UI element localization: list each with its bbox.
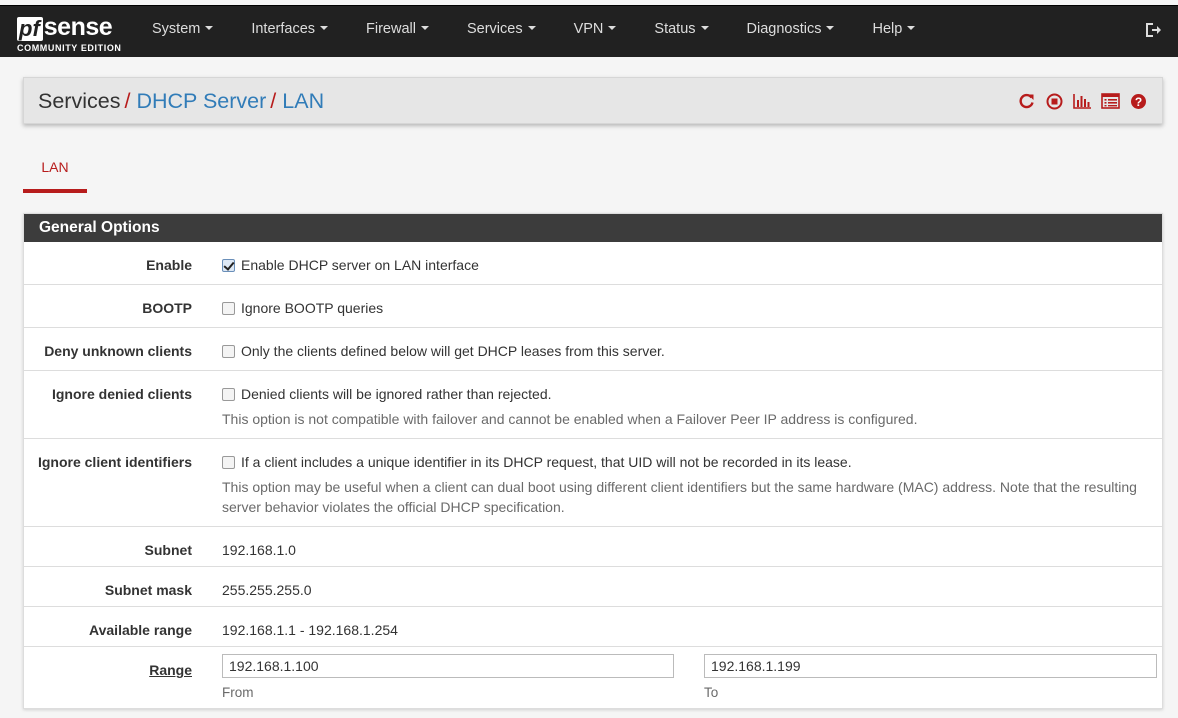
bootp-label: BOOTP bbox=[142, 300, 192, 316]
ignore-denied-label: Ignore denied clients bbox=[51, 386, 192, 402]
help-icon[interactable]: ? bbox=[1128, 92, 1148, 110]
logo-wordmark: pf sense bbox=[17, 13, 113, 41]
caret-down-icon bbox=[420, 26, 429, 31]
panel-title: General Options bbox=[24, 214, 1162, 242]
caret-down-icon bbox=[700, 26, 709, 31]
menu-help[interactable]: Help bbox=[860, 6, 927, 58]
menu-system-label: System bbox=[152, 21, 201, 37]
caret-down-icon bbox=[320, 26, 329, 31]
range-row: Range From To bbox=[24, 647, 1162, 708]
bootp-row: BOOTP Ignore BOOTP queries bbox=[24, 285, 1162, 328]
menu-services[interactable]: Services bbox=[455, 6, 548, 58]
bootp-checkbox[interactable] bbox=[222, 301, 235, 315]
breadcrumb-lan[interactable]: LAN bbox=[282, 89, 324, 113]
caret-down-icon bbox=[826, 26, 835, 31]
deny-unknown-checkbox[interactable] bbox=[222, 344, 235, 358]
deny-unknown-checkbox-text: Only the clients defined below will get … bbox=[241, 343, 665, 359]
breadcrumb-dhcp-server[interactable]: DHCP Server bbox=[136, 89, 266, 113]
breadcrumb-services: Services bbox=[38, 89, 121, 113]
range-to-input[interactable] bbox=[704, 654, 1157, 678]
main-menu: System Interfaces Firewall Services VPN … bbox=[140, 6, 941, 58]
menu-system[interactable]: System bbox=[140, 6, 225, 58]
enable-checkbox-text: Enable DHCP server on LAN interface bbox=[241, 257, 479, 273]
available-range-label: Available range bbox=[89, 622, 192, 638]
range-from-input[interactable] bbox=[222, 654, 674, 678]
menu-vpn-label: VPN bbox=[573, 21, 604, 37]
stop-icon[interactable] bbox=[1044, 92, 1064, 110]
list-icon[interactable] bbox=[1100, 92, 1120, 110]
enable-label: Enable bbox=[146, 257, 192, 273]
caret-down-icon bbox=[608, 26, 617, 31]
edition-label: COMMUNITY EDITION bbox=[17, 43, 122, 53]
menu-interfaces[interactable]: Interfaces bbox=[239, 6, 340, 58]
ignore-client-ids-label: Ignore client identifiers bbox=[37, 454, 192, 470]
ignore-client-ids-help-line1: This option may be useful when a client … bbox=[222, 479, 1137, 495]
subnet-mask-value: 255.255.255.0 bbox=[222, 582, 312, 598]
svg-text:?: ? bbox=[1134, 95, 1141, 109]
deny-unknown-label: Deny unknown clients bbox=[44, 343, 192, 359]
pfsense-logo[interactable]: pf sense COMMUNITY EDITION bbox=[17, 13, 127, 55]
breadcrumb-separator: / bbox=[124, 89, 131, 113]
enable-option: Enable DHCP server on LAN interface bbox=[222, 257, 479, 273]
caret-down-icon bbox=[205, 26, 214, 31]
restart-icon[interactable] bbox=[1016, 92, 1036, 110]
menu-interfaces-label: Interfaces bbox=[251, 21, 316, 37]
subnet-row: Subnet 192.168.1.0 bbox=[24, 527, 1162, 567]
sign-out-icon[interactable] bbox=[1144, 21, 1162, 39]
general-options-panel: General Options Enable Enable DHCP serve… bbox=[23, 213, 1163, 709]
menu-vpn[interactable]: VPN bbox=[562, 6, 629, 58]
available-range-row: Available range 192.168.1.1 - 192.168.1.… bbox=[24, 607, 1162, 647]
ignore-denied-help: This option is not compatible with failo… bbox=[222, 411, 918, 427]
menu-firewall[interactable]: Firewall bbox=[354, 6, 441, 58]
range-label[interactable]: Range bbox=[149, 662, 192, 678]
ignore-denied-row: Ignore denied clients Denied clients wil… bbox=[24, 371, 1162, 439]
ignore-denied-checkbox[interactable] bbox=[222, 387, 235, 401]
chart-icon[interactable] bbox=[1072, 92, 1092, 110]
menu-help-label: Help bbox=[872, 21, 903, 37]
ignore-client-ids-option: If a client includes a unique identifier… bbox=[222, 454, 852, 470]
ignore-denied-option: Denied clients will be ignored rather th… bbox=[222, 386, 552, 402]
subnet-mask-row: Subnet mask 255.255.255.0 bbox=[24, 567, 1162, 607]
available-range-value: 192.168.1.1 - 192.168.1.254 bbox=[222, 622, 398, 638]
logo-pf: pf bbox=[17, 17, 43, 41]
menu-diagnostics[interactable]: Diagnostics bbox=[735, 6, 847, 58]
ignore-denied-checkbox-text: Denied clients will be ignored rather th… bbox=[241, 386, 552, 402]
deny-unknown-option: Only the clients defined below will get … bbox=[222, 343, 665, 359]
top-navbar: pf sense COMMUNITY EDITION System Interfa… bbox=[0, 5, 1178, 57]
ignore-client-ids-checkbox-text: If a client includes a unique identifier… bbox=[241, 454, 852, 470]
tab-lan[interactable]: LAN bbox=[23, 150, 87, 193]
bootp-checkbox-text: Ignore BOOTP queries bbox=[241, 300, 384, 316]
breadcrumb: Services / DHCP Server / LAN bbox=[38, 88, 324, 114]
interface-tabs: LAN bbox=[23, 150, 87, 193]
bootp-option: Ignore BOOTP queries bbox=[222, 300, 383, 316]
subnet-label: Subnet bbox=[144, 542, 192, 558]
range-from-label: From bbox=[222, 685, 254, 700]
menu-firewall-label: Firewall bbox=[366, 21, 416, 37]
menu-status[interactable]: Status bbox=[642, 6, 720, 58]
enable-checkbox[interactable] bbox=[222, 258, 235, 272]
menu-services-label: Services bbox=[466, 21, 523, 37]
menu-status-label: Status bbox=[654, 21, 696, 37]
caret-down-icon bbox=[527, 26, 536, 31]
ignore-client-ids-checkbox[interactable] bbox=[222, 455, 235, 469]
subnet-value: 192.168.1.0 bbox=[222, 542, 296, 558]
range-to-label: To bbox=[704, 685, 719, 700]
caret-down-icon bbox=[907, 26, 916, 31]
menu-diagnostics-label: Diagnostics bbox=[746, 21, 822, 37]
breadcrumb-bar: Services / DHCP Server / LAN ? bbox=[23, 77, 1163, 124]
deny-unknown-row: Deny unknown clients Only the clients de… bbox=[24, 328, 1162, 371]
breadcrumb-separator: / bbox=[270, 89, 277, 113]
ignore-client-ids-help-line2: server behavior violates the official DH… bbox=[222, 499, 565, 515]
subnet-mask-label: Subnet mask bbox=[104, 582, 192, 598]
ignore-client-ids-row: Ignore client identifiers If a client in… bbox=[24, 439, 1162, 527]
enable-row: Enable Enable DHCP server on LAN interfa… bbox=[24, 242, 1162, 285]
logo-sense: sense bbox=[43, 13, 113, 41]
service-action-icons: ? bbox=[1016, 92, 1148, 110]
